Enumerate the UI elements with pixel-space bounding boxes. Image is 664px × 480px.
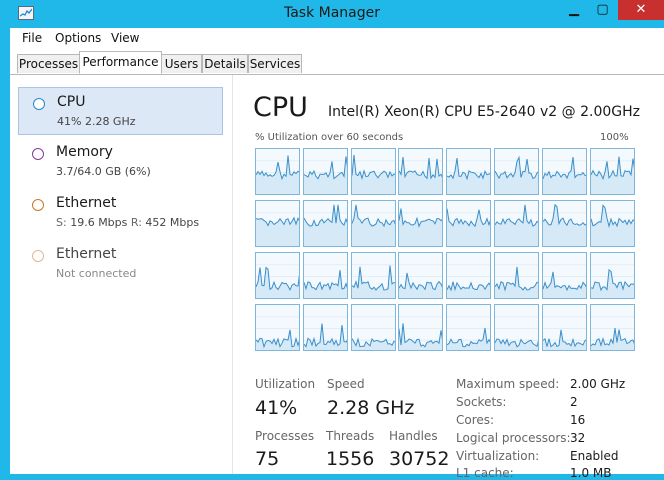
processes-value: 75 [255,448,280,470]
core-graph-8 [255,200,300,247]
receive-rate: 452 Mbps [145,216,200,229]
memory-status-circle-icon [32,148,44,160]
sidebar-item-label: Memory [56,144,113,160]
sidebar-item-detail: S: 19.6 Mbps R: 452 Mbps [56,216,199,229]
core-graph-19 [398,252,444,299]
cpu-status-circle-icon [33,98,45,110]
sidebar-item-label: Ethernet [56,246,117,262]
handles-label: Handles [389,429,438,443]
core-graph-13 [494,200,539,247]
core-graph-24 [255,304,300,351]
tab-performance[interactable]: Performance [79,51,162,74]
core-graph-10 [350,200,396,247]
maximize-button[interactable]: ▢ [589,0,616,20]
sockets-value: 2 [570,395,578,409]
sidebar-item-detail: Not connected [56,267,137,280]
window-frame-left [0,28,10,474]
virtualization-label: Virtualization: [456,449,540,463]
core-graph-7 [589,148,635,195]
core-graph-2 [350,148,396,195]
core-graph-31 [589,304,635,351]
sidebar-item-ethernet-disconnected[interactable]: Ethernet Not connected [18,240,223,288]
menu-options[interactable]: Options [55,31,101,45]
core-graph-22 [541,252,587,299]
handles-value: 30752 [389,448,450,470]
title-bar[interactable]: Task Manager ▁ ▢ ✕ [0,0,664,28]
core-graph-4 [446,148,492,195]
cores-label: Cores: [456,413,495,427]
core-graph-6 [541,148,587,195]
core-graph-26 [350,304,396,351]
core-graph-28 [446,304,492,351]
core-graph-11 [398,200,444,247]
graph-max-label: 100% [600,132,629,143]
core-graph-27 [398,304,444,351]
core-graph-9 [302,200,348,247]
core-graph-23 [589,252,635,299]
speed-value: 2.28 GHz [327,397,415,419]
sockets-label: Sockets: [456,395,507,409]
sidebar-item-ethernet[interactable]: Ethernet S: 19.6 Mbps R: 452 Mbps [18,189,223,237]
minimize-button[interactable]: ▁ [561,0,587,20]
receive-label: R: [130,216,142,229]
core-graph-17 [302,252,348,299]
core-graph-21 [494,252,539,299]
core-graph-14 [541,200,587,247]
ethernet-status-circle-icon [32,199,44,211]
logical-processor-graphs[interactable] [255,148,635,358]
max-speed-value: 2.00 GHz [570,377,626,391]
core-graph-16 [255,252,300,299]
sidebar-item-detail: 41% 2.28 GHz [57,115,136,128]
utilization-label: Utilization [255,377,316,391]
core-graph-1 [302,148,348,195]
sidebar-item-detail: 3.7/64.0 GB (6%) [56,165,151,178]
ethernet-status-circle-icon [32,250,44,262]
sidebar-item-cpu[interactable]: CPU 41% 2.28 GHz [18,87,223,135]
graph-axis-label: % Utilization over 60 seconds [255,132,404,143]
core-graph-29 [494,304,539,351]
core-graph-5 [494,148,539,195]
cpu-model-name: Intel(R) Xeon(R) CPU E5-2640 v2 @ 2.00GH… [328,104,640,120]
l1-cache-label: L1 cache: [456,466,514,480]
send-rate: 19.6 Mbps [70,216,128,229]
resource-sidebar: CPU 41% 2.28 GHz Memory 3.7/64.0 GB (6%)… [10,75,233,474]
logical-processors-label: Logical processors: [456,431,571,445]
sidebar-item-memory[interactable]: Memory 3.7/64.0 GB (6%) [18,138,223,186]
menu-file[interactable]: File [22,31,42,45]
core-graph-3 [398,148,444,195]
l1-cache-value: 1.0 MB [570,466,612,480]
processes-label: Processes [255,429,315,443]
core-graph-30 [541,304,587,351]
core-graph-20 [446,252,492,299]
tab-services[interactable]: Services [248,54,302,73]
close-button[interactable]: ✕ [618,0,664,20]
cpu-detail-panel: CPU Intel(R) Xeon(R) CPU E5-2640 v2 @ 2.… [240,75,664,480]
threads-label: Threads [326,429,375,443]
core-graph-0 [255,148,300,195]
sidebar-item-label: CPU [57,94,86,110]
task-manager-window: Task Manager ▁ ▢ ✕ File Options View Pro… [0,0,664,480]
core-graph-15 [589,200,635,247]
tab-processes[interactable]: Processes [17,54,80,73]
menu-view[interactable]: View [111,31,139,45]
performance-pane: CPU 41% 2.28 GHz Memory 3.7/64.0 GB (6%)… [10,75,664,480]
tab-bar: Processes Performance Users Details Serv… [10,50,664,75]
menu-bar: File Options View [10,28,664,50]
tab-details[interactable]: Details [202,54,248,73]
virtualization-value: Enabled [570,449,619,463]
core-graph-25 [302,304,348,351]
tab-users[interactable]: Users [161,54,202,73]
core-graph-18 [350,252,396,299]
speed-label: Speed [327,377,365,391]
utilization-value: 41% [255,397,298,419]
cores-value: 16 [570,413,586,427]
logical-processors-value: 32 [570,431,586,445]
core-graph-12 [446,200,492,247]
max-speed-label: Maximum speed: [456,377,560,391]
threads-value: 1556 [326,448,375,470]
send-label: S: [56,216,67,229]
page-title: CPU [253,92,308,123]
sidebar-item-label: Ethernet [56,195,117,211]
